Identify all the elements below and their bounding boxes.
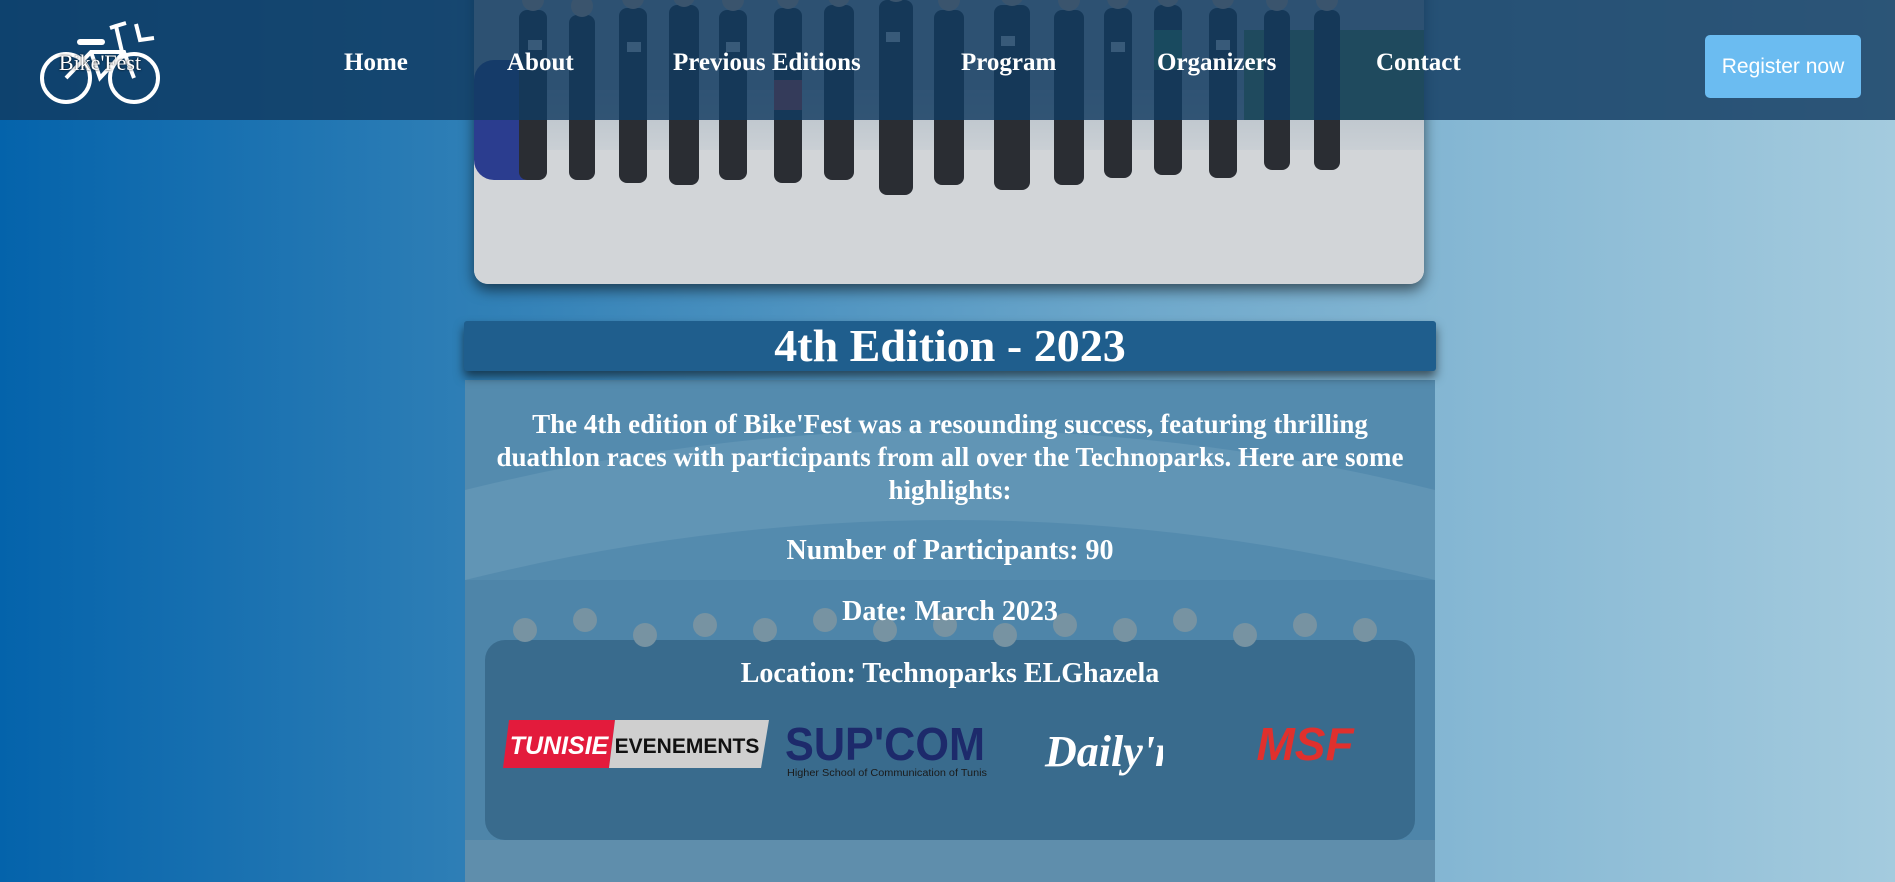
svg-text:TUNISIE: TUNISIE: [510, 732, 610, 760]
edition-intro-text: The 4th edition of Bike'Fest was a resou…: [496, 409, 1404, 505]
participants-count: Number of Participants: 90: [786, 535, 1114, 566]
edition-location: Location: Technoparks ELGhazela: [740, 658, 1160, 689]
svg-text:Higher School of Communication: Higher School of Communication of Tunis: [787, 768, 987, 779]
svg-text:MSF: MSF: [1256, 720, 1355, 770]
nav-link-home[interactable]: Home: [344, 49, 408, 77]
sponsor-logo-supcom[interactable]: SUP'COM Higher School of Communication o…: [785, 718, 991, 787]
edition-date: Date: March 2023: [842, 596, 1058, 627]
nav-link-previous-editions[interactable]: Previous Editions: [673, 49, 861, 77]
svg-text:SUP'COM: SUP'COM: [785, 720, 985, 770]
svg-text:Daily'n: Daily'n: [1044, 727, 1163, 776]
logo-text: Bike'Fest: [58, 50, 142, 75]
top-navbar: Bike'Fest Home About Previous Editions P…: [0, 0, 1895, 120]
sponsor-logo-dailyn[interactable]: Daily'n: [1043, 722, 1179, 789]
edition-info-card: The 4th edition of Bike'Fest was a resou…: [465, 380, 1435, 882]
nav-link-contact[interactable]: Contact: [1376, 49, 1461, 77]
nav-link-organizers[interactable]: Organizers: [1157, 49, 1276, 77]
sponsor-logo-tunisie-evenements[interactable]: TUNISIE EVENEMENTS: [503, 718, 769, 775]
edition-title: 4th Edition - 2023: [464, 321, 1436, 371]
svg-text:EVENEMENTS: EVENEMENTS: [615, 735, 760, 758]
sponsor-logo-msf[interactable]: MSF: [1225, 718, 1385, 775]
nav-link-program[interactable]: Program: [961, 49, 1056, 77]
register-now-button[interactable]: Register now: [1705, 35, 1861, 98]
bikefest-logo[interactable]: Bike'Fest: [36, 18, 166, 108]
nav-link-about[interactable]: About: [507, 49, 574, 77]
